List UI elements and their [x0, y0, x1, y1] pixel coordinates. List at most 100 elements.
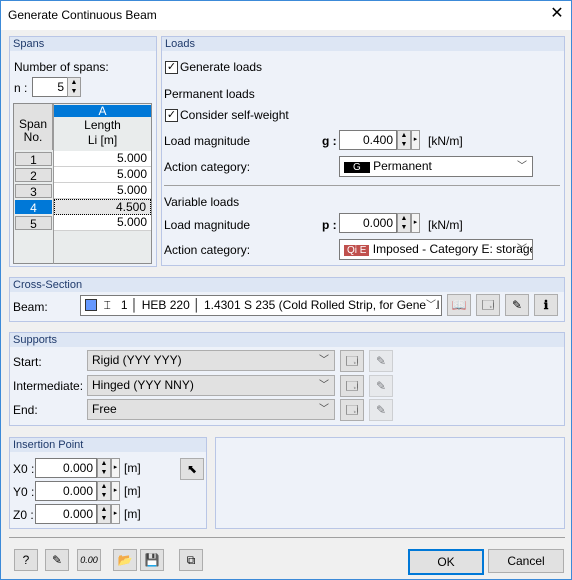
end-support-value: Free	[92, 402, 117, 416]
variable-unit: [kN/m]	[428, 218, 463, 232]
end-label: End:	[13, 403, 38, 417]
variable-magnitude-input[interactable]: 0.000	[339, 213, 397, 233]
row-header[interactable]: 4	[15, 200, 52, 215]
number-of-spans-label: Number of spans:	[14, 60, 109, 74]
cross-section-group: Cross-Section Beam: ⌶ 1 │ HEB 220 │ 1.43…	[9, 277, 565, 322]
length-cell[interactable]: 5.000	[54, 183, 151, 199]
row-header[interactable]: 2	[15, 168, 52, 183]
info-icon[interactable]: ℹ	[534, 294, 558, 316]
spans-count-input[interactable]: 5	[32, 77, 68, 97]
x0-label: X0 :	[13, 462, 35, 476]
end-support-select[interactable]: Free ﹀	[87, 399, 335, 420]
self-weight-checkbox[interactable]: ✓	[165, 109, 178, 122]
close-icon[interactable]: ✕	[547, 4, 567, 24]
length-cell[interactable]: 5.000	[54, 151, 151, 167]
length-cell[interactable]: 5.000	[54, 167, 151, 183]
permanent-magnitude-arrow[interactable]: ▸	[411, 130, 420, 150]
table-row[interactable]: 3 5.000	[14, 183, 151, 199]
edit-support-icon[interactable]: ✎	[369, 350, 393, 372]
permanent-loads-title: Permanent loads	[164, 87, 255, 101]
permanent-magnitude-input[interactable]: 0.400	[339, 130, 397, 150]
length-cell[interactable]: 5.000	[54, 215, 151, 231]
z0-input[interactable]: 0.000	[35, 504, 97, 524]
table-row[interactable]: 1 5.000	[14, 151, 151, 167]
loads-header: Loads	[162, 37, 564, 51]
table-row[interactable]: 4 4.500	[14, 199, 151, 215]
permanent-category-select[interactable]: G Permanent ﹀	[339, 156, 533, 177]
y0-arrow[interactable]: ▸	[111, 481, 120, 501]
insertion-point-group: Insertion Point X0 : 0.000 ▲ ▼ ▸ [m] Y0 :…	[9, 437, 207, 529]
divider	[164, 185, 560, 186]
x0-unit: [m]	[124, 461, 141, 475]
title-bar: Generate Continuous Beam ✕	[1, 1, 571, 30]
g-symbol: g :	[322, 134, 337, 148]
row-header[interactable]: 3	[15, 184, 52, 199]
p-symbol: p :	[322, 218, 337, 232]
y0-input[interactable]: 0.000	[35, 481, 97, 501]
n-label: n :	[14, 81, 28, 95]
row-header[interactable]: 5	[15, 216, 52, 231]
i-beam-icon: ⌶	[100, 298, 118, 312]
library-book-icon[interactable]: 📖	[447, 294, 471, 316]
z0-arrow[interactable]: ▸	[111, 504, 120, 524]
preview-panel	[215, 437, 565, 529]
z0-label: Z0 :	[13, 508, 34, 522]
table-row[interactable]: 5 5.000	[14, 215, 151, 231]
chevron-down-icon: ﹀	[517, 161, 527, 172]
chevron-down-icon: ﹀	[319, 380, 329, 391]
ok-button[interactable]: OK	[408, 549, 484, 575]
permanent-category-value: Permanent	[373, 159, 432, 173]
new-support-icon[interactable]: 🗔	[340, 399, 364, 421]
variable-magnitude-stepper[interactable]: ▲ ▼	[397, 213, 411, 233]
start-support-select[interactable]: Rigid (YYY YYY) ﹀	[87, 350, 335, 371]
variable-category-badge: Qi E	[344, 245, 370, 256]
pick-point-icon[interactable]: ⬉	[180, 458, 204, 480]
edit-support-icon[interactable]: ✎	[369, 399, 393, 421]
new-support-icon[interactable]: 🗔	[340, 375, 364, 397]
new-support-icon[interactable]: 🗔	[340, 350, 364, 372]
chevron-down-icon: ﹀	[517, 244, 527, 255]
length-cell[interactable]: 4.500	[54, 199, 151, 215]
self-weight-label: Consider self-weight	[180, 108, 289, 122]
intermediate-label: Intermediate:	[13, 379, 84, 393]
generate-loads-checkbox[interactable]: ✓	[165, 61, 178, 74]
spans-count-stepper[interactable]: ▲ ▼	[67, 77, 81, 97]
units-decimals-icon[interactable]: 0.00	[77, 549, 101, 571]
save-icon[interactable]: 💾	[140, 549, 164, 571]
y0-label: Y0 :	[13, 485, 35, 499]
supports-group: Supports Start: Rigid (YYY YYY) ﹀ 🗔 ✎ Int…	[9, 332, 565, 426]
permanent-magnitude-stepper[interactable]: ▲ ▼	[397, 130, 411, 150]
permanent-category-label: Action category:	[164, 160, 251, 174]
y0-stepper[interactable]: ▲ ▼	[97, 481, 111, 501]
length-header: Length	[84, 118, 121, 132]
table-row[interactable]: 2 5.000	[14, 167, 151, 183]
help-icon[interactable]: ?	[14, 549, 38, 571]
start-label: Start:	[13, 355, 42, 369]
variable-magnitude-arrow[interactable]: ▸	[411, 213, 420, 233]
spans-header: Spans	[10, 37, 156, 51]
row-header[interactable]: 1	[15, 152, 52, 167]
edit-section-icon[interactable]: ✎	[505, 294, 529, 316]
permanent-unit: [kN/m]	[428, 134, 463, 148]
edit-note-icon[interactable]: ✎	[45, 549, 69, 571]
column-a-header[interactable]: A	[54, 105, 151, 117]
variable-category-select[interactable]: Qi E Imposed - Category E: storage ﹀	[339, 239, 533, 260]
variable-category-value: Imposed - Category E: storage	[372, 242, 533, 256]
chevron-down-icon: ﹀	[426, 296, 436, 315]
new-section-icon[interactable]: 🗔	[476, 294, 500, 316]
cancel-button[interactable]: Cancel	[488, 549, 564, 573]
z0-stepper[interactable]: ▲ ▼	[97, 504, 111, 524]
x0-stepper[interactable]: ▲ ▼	[97, 458, 111, 478]
open-folder-icon[interactable]: 📂	[113, 549, 137, 571]
span-no-header: Span No.	[14, 104, 53, 150]
chevron-down-icon: ﹀	[319, 404, 329, 415]
footer-divider	[9, 537, 565, 538]
intermediate-support-select[interactable]: Hinged (YYY NNY) ﹀	[87, 375, 335, 396]
supports-header: Supports	[10, 333, 564, 347]
x0-arrow[interactable]: ▸	[111, 458, 120, 478]
beam-number: 1	[120, 298, 128, 312]
edit-support-icon[interactable]: ✎	[369, 375, 393, 397]
beam-select[interactable]: ⌶ 1 │ HEB 220 │ 1.4301 S 235 (Cold Rolle…	[80, 295, 442, 316]
copy-icon[interactable]: ⧉	[179, 549, 203, 571]
x0-input[interactable]: 0.000	[35, 458, 97, 478]
